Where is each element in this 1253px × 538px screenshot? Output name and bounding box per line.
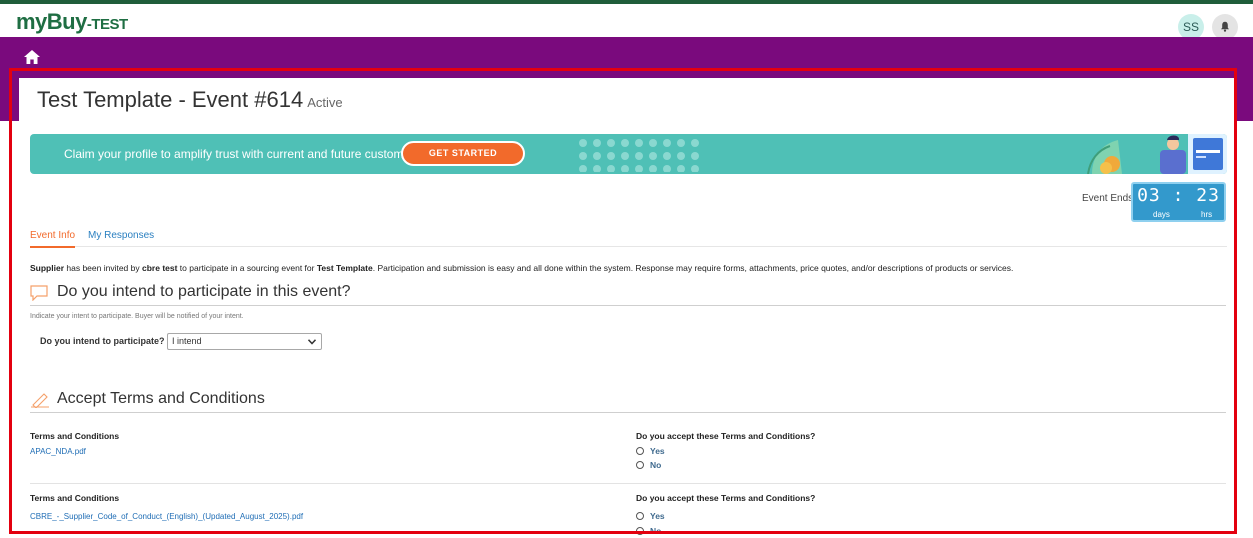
radio-yes-label: Yes (650, 511, 665, 521)
pen-icon (31, 393, 49, 408)
bell-icon (1221, 21, 1229, 32)
banner-text: Claim your profile to amplify trust with… (64, 147, 424, 161)
terms-row-label: Terms and Conditions (30, 493, 120, 503)
timer-days-label: days (1153, 210, 1170, 219)
claim-profile-banner: Claim your profile to amplify trust with… (30, 134, 1227, 174)
terms-file-link[interactable]: APAC_NDA.pdf (30, 447, 86, 456)
radio-circle (636, 461, 644, 469)
terms-section-header: Accept Terms and Conditions (30, 388, 1226, 413)
participate-select[interactable]: I intend (167, 333, 322, 350)
app-logo[interactable]: myBuy-TEST (16, 9, 128, 35)
home-button[interactable] (24, 50, 40, 69)
top-bar: myBuy-TEST SS (0, 0, 1253, 40)
event-ends-label: Event Ends (1082, 193, 1134, 204)
participate-hint: Indicate your intent to participate. Buy… (30, 313, 244, 320)
participate-question-label: Do you intend to participate? (40, 336, 165, 346)
countdown-timer: 03 : 23 days hrs (1131, 182, 1226, 222)
event-title: Test Template - Event #614 (37, 87, 304, 112)
terms-yes-radio[interactable]: Yes (636, 446, 665, 456)
intro-part-2: to participate in a sourcing event for (177, 263, 317, 273)
terms-yes-radio[interactable]: Yes (636, 511, 665, 521)
tab-bar: Event Info My Responses (30, 226, 1227, 248)
logo-suffix: -TEST (86, 16, 128, 33)
logo-main: myBuy (16, 9, 87, 34)
radio-circle (636, 512, 644, 520)
terms-file-link[interactable]: CBRE_-_Supplier_Code_of_Conduct_(English… (30, 512, 303, 521)
terms-row-label: Terms and Conditions (30, 431, 120, 441)
status-badge: Active (307, 95, 343, 110)
banner-illustration (1087, 134, 1227, 174)
terms-no-radio[interactable]: No (636, 460, 661, 470)
terms-accept-question: Do you accept these Terms and Conditions… (636, 493, 816, 503)
chat-bubble-icon (30, 285, 48, 301)
radio-no-label: No (650, 526, 662, 536)
radio-no-label: No (650, 460, 662, 470)
page-title: Test Template - Event #614 Active (37, 87, 343, 113)
terms-no-radio[interactable]: No (636, 526, 661, 536)
chevron-down-icon (308, 339, 316, 345)
intro-part-1: has been invited by (64, 263, 142, 273)
terms-accept-question: Do you accept these Terms and Conditions… (636, 431, 816, 441)
timer-digits: 03 : 23 (1137, 185, 1220, 206)
participate-section-header: Do you intend to participate in this eve… (30, 281, 1226, 306)
radio-yes-label: Yes (650, 446, 665, 456)
tab-event-info[interactable]: Event Info (30, 230, 76, 248)
participate-section-title: Do you intend to participate in this eve… (57, 283, 351, 300)
invitation-text: Supplier has been invited by cbre test t… (30, 263, 1013, 273)
participate-selected-value: I intend (172, 336, 202, 346)
intro-part-3: . Participation and submission is easy a… (372, 263, 1014, 273)
home-icon (24, 50, 40, 64)
tab-my-responses[interactable]: My Responses (88, 230, 154, 241)
timer-hrs-label: hrs (1201, 210, 1213, 219)
radio-circle (636, 527, 644, 535)
row-divider (30, 483, 1226, 484)
get-started-button[interactable]: GET STARTED (401, 141, 525, 166)
dots-decoration (579, 139, 699, 172)
intro-buyer: cbre test (142, 263, 178, 273)
radio-circle (636, 447, 644, 455)
intro-event-name: Test Template (316, 263, 373, 273)
terms-section-title: Accept Terms and Conditions (57, 390, 265, 407)
intro-supplier: Supplier (30, 263, 65, 273)
